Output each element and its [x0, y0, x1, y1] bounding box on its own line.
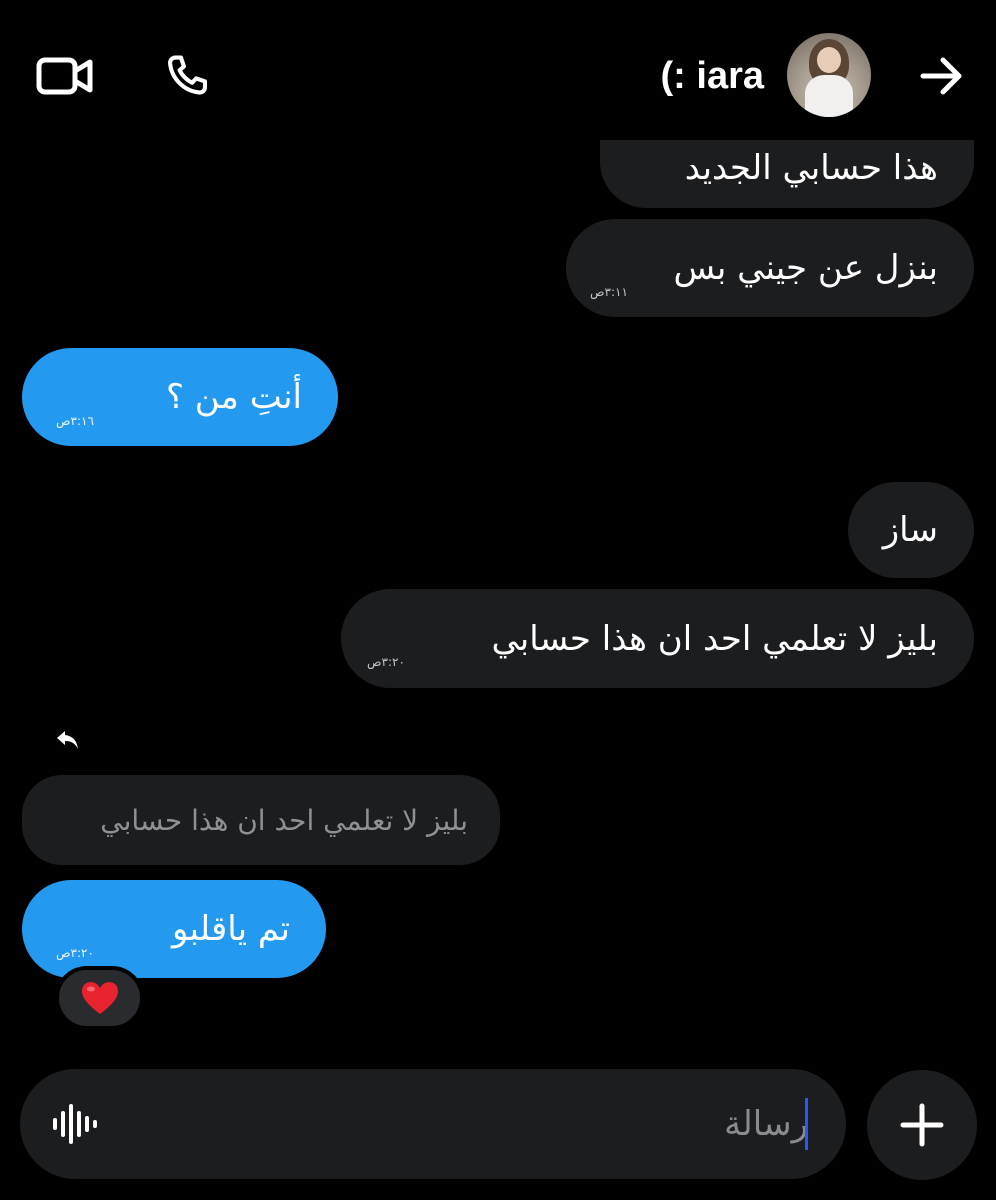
quoted-reply[interactable]: بليز لا تعلمي احد ان هذا حسابي [22, 775, 500, 865]
message-bubble-incoming[interactable]: تم ياقلبو ٣:٢٠ص [22, 880, 326, 978]
heart-icon [81, 982, 118, 1014]
reply-icon [57, 731, 78, 749]
message-timestamp: ٣:١١ص [590, 285, 628, 299]
message-bubble-outgoing[interactable]: بنزل عن جيني بس ٣:١١ص [566, 219, 974, 317]
message-timestamp: ٣:١٦ص [56, 414, 94, 428]
message-timestamp: ٣:٢٠ص [56, 946, 94, 960]
plus-icon [900, 1103, 944, 1147]
message-bubble-incoming[interactable]: أنتِ من ؟ ٣:١٦ص [22, 348, 338, 446]
add-attachment-button[interactable] [867, 1070, 977, 1180]
avatar-face [817, 47, 841, 73]
avatar-body [805, 75, 853, 117]
message-input[interactable] [168, 1097, 808, 1151]
message-text: ساز [882, 510, 938, 550]
message-bubble-outgoing[interactable]: بليز لا تعلمي احد ان هذا حسابي ٣:٢٠ص [341, 589, 974, 688]
message-text: أنتِ من ؟ [165, 377, 302, 417]
video-camera-icon [36, 57, 93, 95]
message-composer [20, 1069, 846, 1179]
message-text: بنزل عن جيني بس [673, 248, 938, 288]
video-call-button[interactable] [30, 48, 100, 104]
chat-header: (: iara [0, 0, 996, 140]
contact-name[interactable]: (: iara [661, 52, 764, 100]
message-bubble-outgoing[interactable]: ساز [848, 482, 974, 578]
voice-waveform-icon[interactable] [52, 1103, 98, 1145]
arrow-right-icon [920, 57, 962, 95]
reaction-badge[interactable] [55, 966, 144, 1030]
quoted-reply-text: بليز لا تعلمي احد ان هذا حسابي [100, 803, 468, 837]
voice-call-button[interactable] [156, 46, 218, 106]
message-text: تم ياقلبو [171, 909, 290, 949]
message-timestamp: ٣:٢٠ص [367, 655, 405, 669]
avatar[interactable] [787, 33, 871, 117]
message-text: هذا حسابي الجديد [684, 148, 938, 188]
phone-icon [168, 55, 208, 95]
back-button[interactable] [912, 46, 972, 106]
text-caret [805, 1098, 808, 1150]
message-text: بليز لا تعلمي احد ان هذا حسابي [491, 618, 938, 659]
